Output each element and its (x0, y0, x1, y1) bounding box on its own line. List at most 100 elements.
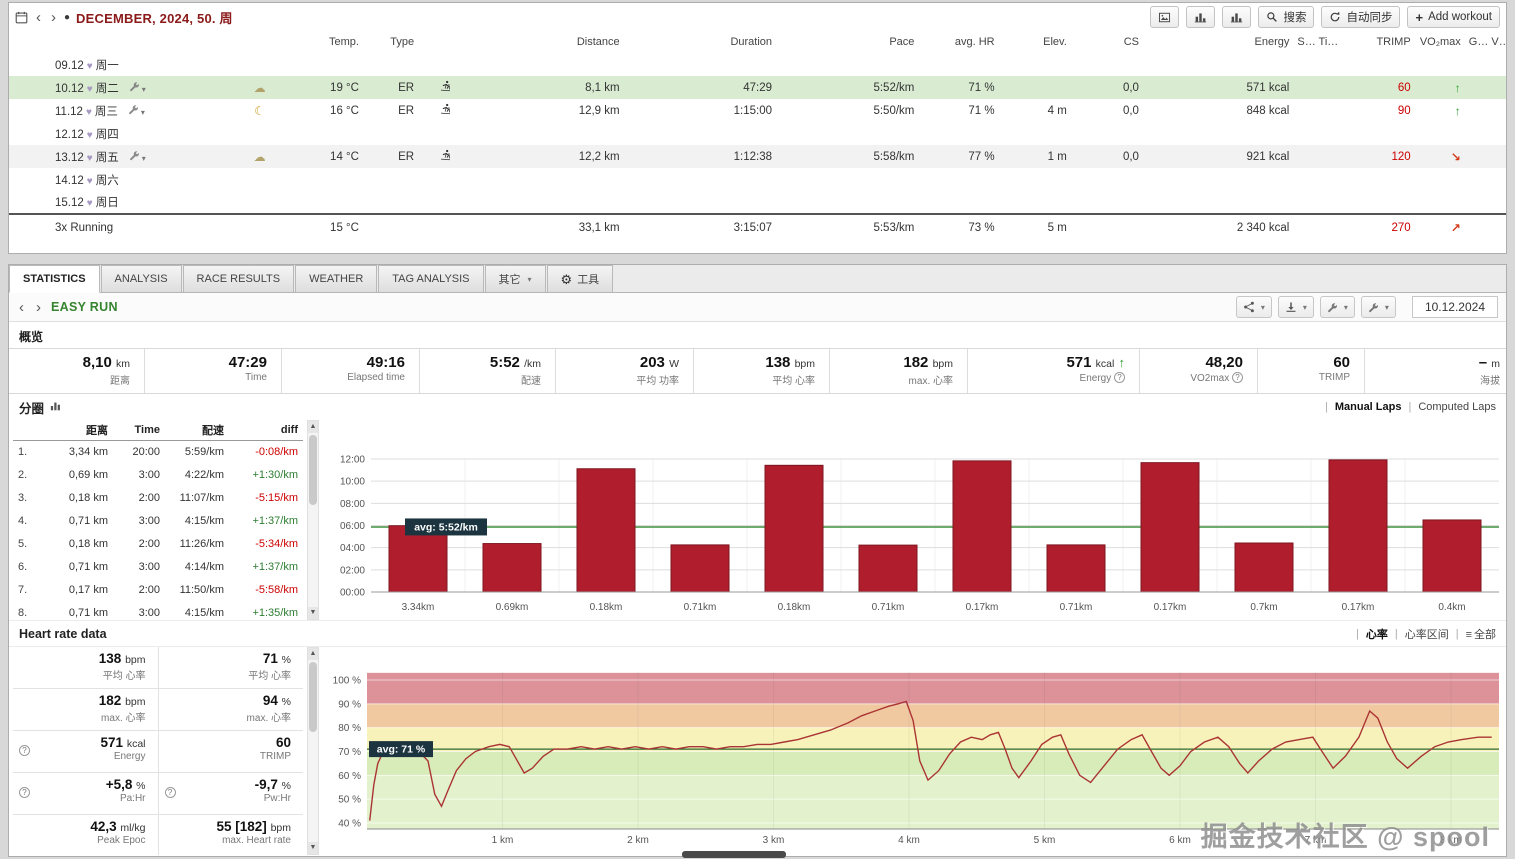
chevron-down-icon[interactable]: ▾ (142, 85, 146, 94)
heart-icon[interactable]: ♥ (87, 84, 93, 95)
tab-tag-analysis[interactable]: TAG ANALYSIS (378, 265, 483, 292)
lap-row[interactable]: 2.0,69 km3:004:22/km+1:30/km (13, 463, 303, 486)
scroll-down-icon[interactable]: ▼ (308, 842, 318, 854)
lap-pace: 4:15/km (165, 509, 229, 532)
temp-cell (275, 191, 363, 214)
help-icon[interactable]: ? (19, 787, 30, 798)
edit-workout-icon[interactable] (128, 106, 139, 118)
link-心率[interactable]: 心率 (1366, 626, 1388, 642)
lap-bar[interactable] (389, 526, 447, 592)
heart-icon[interactable]: ♥ (87, 198, 93, 209)
chevron-down-icon[interactable]: ▾ (142, 154, 146, 163)
chevron-down-icon[interactable]: ▾ (141, 108, 145, 117)
lap-row[interactable]: 3.0,18 km2:0011:07/km-5:15/km (13, 486, 303, 509)
help-icon[interactable]: ? (1232, 372, 1243, 383)
link-心率区间[interactable]: 心率区间 (1405, 626, 1449, 642)
search-button[interactable]: 搜索 (1258, 6, 1314, 28)
tab-weather[interactable]: WEATHER (295, 265, 377, 292)
heart-icon[interactable]: ♥ (87, 153, 93, 164)
next-week-button[interactable]: › (49, 10, 58, 25)
scroll-down-icon[interactable]: ▼ (308, 607, 318, 619)
lap-bar[interactable] (1047, 545, 1105, 592)
lap-bar[interactable] (1423, 520, 1481, 592)
pace-cell (776, 168, 918, 191)
edit-workout-icon[interactable] (129, 83, 140, 95)
week-row[interactable]: 15.12♥周日 (9, 191, 1506, 214)
lap-bar[interactable] (859, 545, 917, 592)
image-view-button[interactable] (1150, 6, 1179, 28)
pace-cell (776, 191, 918, 214)
help-icon[interactable]: ? (165, 787, 176, 798)
hr-stat: 182 bpmmax. 心率 (13, 689, 158, 730)
heart-icon[interactable]: ♥ (87, 130, 93, 141)
week-row[interactable]: 11.12♥周三▾☾16 °CER12,9 km1:15:005:50/km71… (9, 99, 1506, 122)
auto-sync-button[interactable]: 自动同步 (1321, 6, 1400, 28)
scroll-up-icon[interactable]: ▲ (308, 648, 318, 660)
lap-bar[interactable] (483, 544, 541, 592)
settings-button[interactable]: ▾ (1361, 296, 1396, 318)
lap-time: 3:00 (113, 555, 165, 578)
heart-icon[interactable]: ♥ (86, 107, 92, 118)
lap-bar[interactable] (577, 469, 635, 592)
scrollbar-thumb[interactable] (309, 435, 317, 505)
svg-text:50 %: 50 % (338, 795, 361, 806)
lap-row[interactable]: 8.0,71 km3:004:15/km+1:35/km (13, 601, 303, 620)
edit-workout-icon[interactable] (129, 152, 140, 164)
heart-icon[interactable]: ♥ (87, 61, 93, 72)
calendar-nav: ‹ › ● DECEMBER, 2024, 50. 周 (15, 8, 233, 27)
lap-row[interactable]: 7.0,17 km2:0011:50/km-5:58/km (13, 578, 303, 601)
tab-工具[interactable]: ⚙工具 (547, 265, 614, 292)
type-cell (363, 53, 418, 76)
calendar-icon[interactable] (15, 11, 28, 24)
week-row[interactable]: 10.12♥周二▾☁19 °CER8,1 km47:295:52/km71 %0… (9, 76, 1506, 99)
lap-row[interactable]: 6.0,71 km3:004:14/km+1:37/km (13, 555, 303, 578)
lap-bar[interactable] (671, 545, 729, 592)
link-computed-laps[interactable]: Computed Laps (1418, 401, 1496, 413)
week-row[interactable]: 12.12♥周四 (9, 122, 1506, 145)
lap-bar[interactable] (1141, 463, 1199, 592)
list-icon: ≡ (1466, 629, 1472, 641)
weekly-chart-button[interactable] (1186, 6, 1215, 28)
scrollbar-thumb[interactable] (309, 662, 317, 732)
help-icon[interactable]: ? (1114, 372, 1125, 383)
tab-statistics[interactable]: STATISTICS (9, 265, 100, 293)
lap-row[interactable]: 1.3,34 km20:005:59/km-0:08/km (13, 440, 303, 463)
tab-其它[interactable]: 其它▾ (485, 265, 546, 292)
lap-bar[interactable] (953, 461, 1011, 592)
hr-scrollbar[interactable]: ▲ ▼ (307, 647, 319, 855)
help-icon[interactable]: ? (19, 745, 30, 756)
activity-date[interactable]: 10.12.2024 (1412, 296, 1498, 318)
edit-button[interactable]: ▾ (1320, 296, 1355, 318)
tab-analysis[interactable]: ANALYSIS (101, 265, 182, 292)
prev-week-button[interactable]: ‹ (34, 10, 43, 25)
lap-distance: 0,18 km (43, 486, 113, 509)
week-row[interactable]: 09.12♥周一 (9, 53, 1506, 76)
svg-text:5 km: 5 km (1034, 835, 1056, 846)
scroll-up-icon[interactable]: ▲ (308, 421, 318, 433)
next-activity-button[interactable]: › (34, 300, 43, 315)
hr-section-title: Heart rate data (19, 627, 107, 641)
link-全部[interactable]: ≡全部 (1466, 626, 1496, 642)
laps-scrollbar[interactable]: ▲ ▼ (307, 420, 319, 620)
column-header (418, 31, 473, 53)
tab-race-results[interactable]: RACE RESULTS (183, 265, 295, 292)
week-row[interactable]: 14.12♥周六 (9, 168, 1506, 191)
lap-bar[interactable] (1329, 460, 1387, 592)
laps-mode-links: |Manual Laps|Computed Laps (1325, 401, 1496, 413)
lap-row[interactable]: 5.0,18 km2:0011:26/km-5:34/km (13, 532, 303, 555)
add-workout-button[interactable]: +Add workout (1407, 6, 1500, 28)
heart-icon[interactable]: ♥ (87, 176, 93, 187)
monthly-chart-button[interactable] (1222, 6, 1251, 28)
page-scrollbar-thumb[interactable] (682, 851, 786, 858)
link-manual-laps[interactable]: Manual Laps (1335, 401, 1402, 413)
share-button[interactable]: ▾ (1236, 296, 1272, 318)
lap-bar[interactable] (765, 465, 823, 592)
week-row[interactable]: 13.12♥周五▾☁14 °CER12,2 km1:12:385:58/km77… (9, 145, 1506, 168)
spacer-cell (1293, 145, 1338, 168)
lap-row[interactable]: 4.0,71 km3:004:15/km+1:37/km (13, 509, 303, 532)
separator: | (1325, 401, 1328, 413)
export-button[interactable]: ▾ (1278, 296, 1314, 318)
laps-chart-icon[interactable] (50, 400, 62, 415)
lap-bar[interactable] (1235, 543, 1293, 592)
prev-activity-button[interactable]: ‹ (17, 300, 26, 315)
